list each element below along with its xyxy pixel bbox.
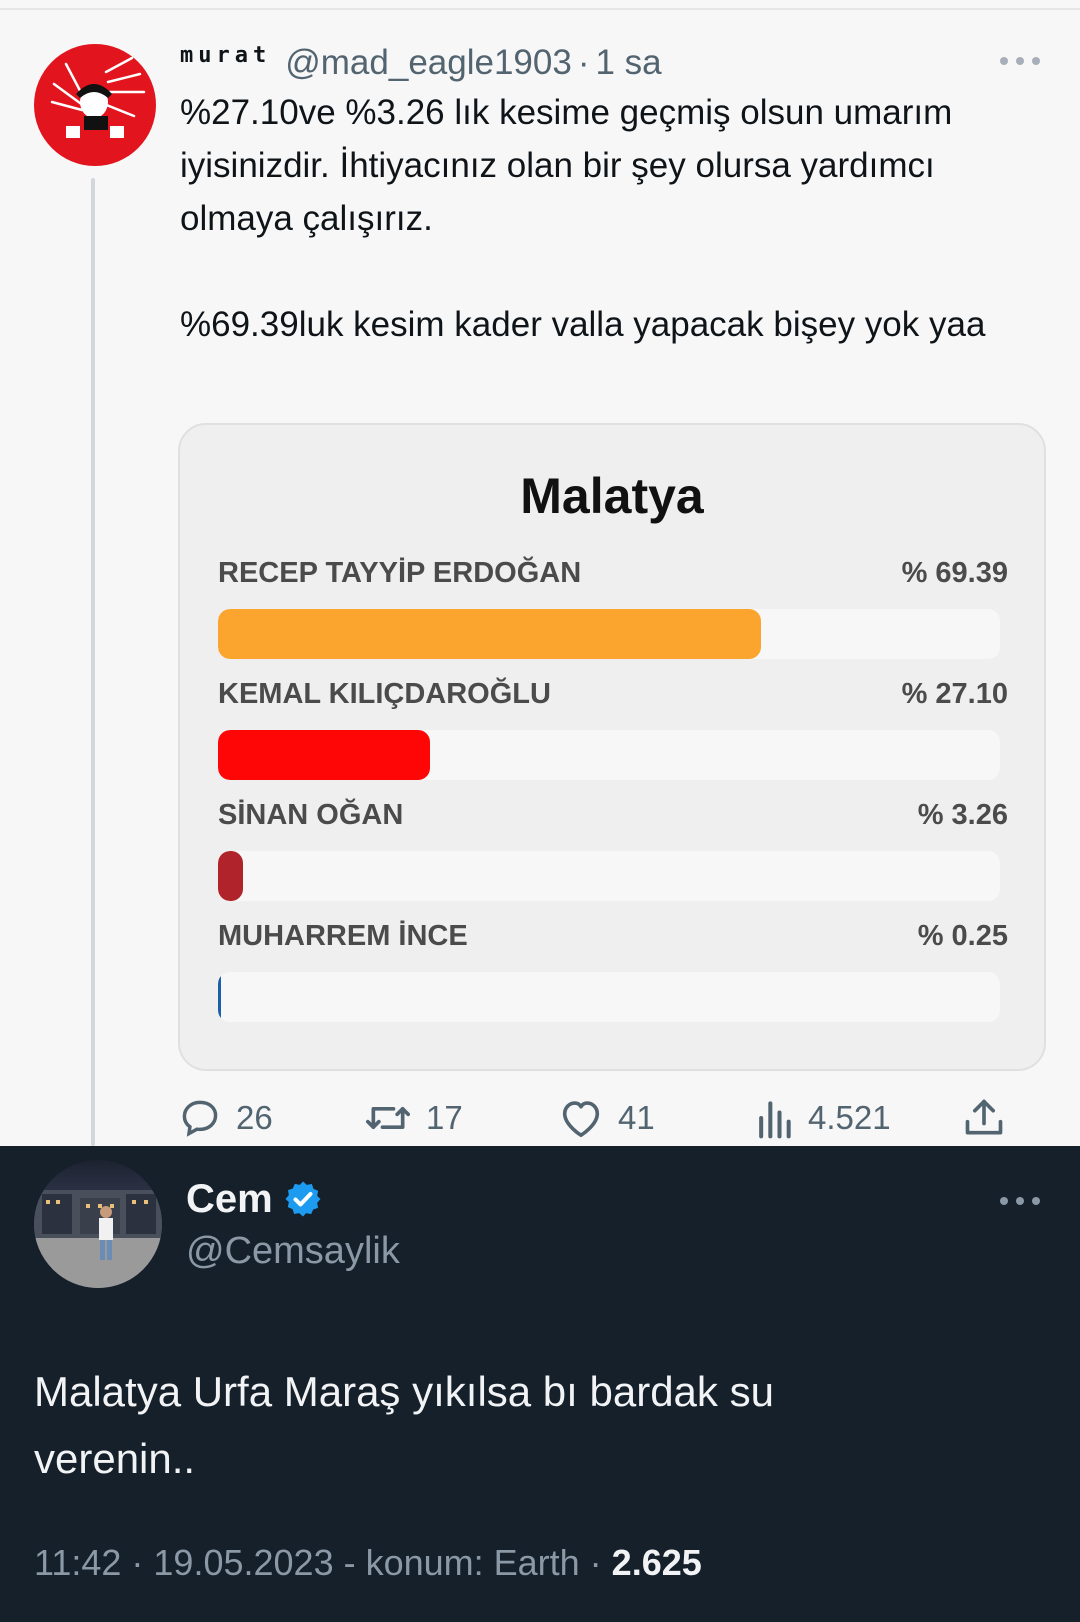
more-options-icon[interactable] bbox=[996, 1186, 1044, 1216]
candidate-percent: % 27.10 bbox=[901, 678, 1008, 710]
avatar-photo bbox=[34, 1190, 162, 1288]
candidate-name: RECEP TAYYİP ERDOĞAN bbox=[218, 557, 582, 589]
analytics-icon bbox=[759, 1101, 791, 1139]
more-options-icon[interactable] bbox=[996, 46, 1044, 76]
retweet-count: 17 bbox=[426, 1099, 463, 1136]
candidate-name: KEMAL KILIÇDAROĞLU bbox=[218, 678, 551, 710]
tweet-time[interactable]: 1 sa bbox=[595, 43, 661, 83]
views-count[interactable]: 2.625 bbox=[612, 1542, 702, 1583]
tweet-text: Malatya Urfa Maraş yıkılsa bı bardak su … bbox=[34, 1368, 774, 1482]
separator: · bbox=[577, 43, 590, 82]
avatar-illustration bbox=[50, 56, 146, 138]
tweet-actions: 26 17 41 4.521 bbox=[178, 1092, 1050, 1144]
avatar[interactable] bbox=[34, 1160, 162, 1288]
like-button[interactable]: 41 bbox=[558, 1092, 655, 1144]
display-name[interactable]: Cem bbox=[186, 1177, 273, 1222]
thread-line bbox=[91, 178, 95, 1146]
quoted-tweet: murat @mad_eagle1903 · 1 sa %27.10ve %3.… bbox=[0, 0, 1080, 1146]
candidate-percent: % 3.26 bbox=[917, 799, 1008, 831]
candidate-row: RECEP TAYYİP ERDOĞAN % 69.39 bbox=[218, 557, 1008, 661]
candidate-percent: % 0.25 bbox=[917, 920, 1008, 952]
bar-fill bbox=[218, 609, 761, 659]
views-button[interactable]: 4.521 bbox=[754, 1092, 891, 1144]
main-tweet: Cem @Cemsaylik Malatya Urfa Maraş yıkıls… bbox=[0, 1146, 1080, 1622]
candidate-name: MUHARREM İNCE bbox=[218, 920, 468, 952]
reply-count: 26 bbox=[236, 1099, 273, 1136]
election-results-card[interactable]: Malatya RECEP TAYYİP ERDOĞAN % 69.39 KEMAL… bbox=[178, 423, 1046, 1071]
bar-fill bbox=[218, 851, 243, 901]
user-handle[interactable]: @Cemsaylik bbox=[186, 1230, 400, 1273]
like-count: 41 bbox=[618, 1099, 655, 1136]
candidate-row: KEMAL KILIÇDAROĞLU % 27.10 bbox=[218, 678, 1008, 782]
bar-track bbox=[218, 609, 1000, 659]
share-icon bbox=[965, 1099, 1003, 1135]
bar-track bbox=[218, 972, 1000, 1022]
heart-icon bbox=[562, 1101, 600, 1138]
card-title: Malatya bbox=[520, 468, 704, 524]
tweet-header: murat @mad_eagle1903 · 1 sa bbox=[180, 38, 662, 88]
bar-fill bbox=[218, 730, 430, 780]
views-count: 4.521 bbox=[808, 1099, 891, 1136]
candidate-percent: % 69.39 bbox=[901, 557, 1008, 589]
candidate-row: MUHARREM İNCE % 0.25 bbox=[218, 920, 1008, 1024]
candidate-row: SİNAN OĞAN % 3.26 bbox=[218, 799, 1008, 903]
reply-button[interactable]: 26 bbox=[178, 1092, 273, 1144]
share-button[interactable] bbox=[962, 1092, 1006, 1144]
bar-track bbox=[218, 851, 1000, 901]
divider bbox=[0, 8, 1080, 10]
reply-icon bbox=[182, 1100, 218, 1137]
display-name[interactable]: murat bbox=[180, 43, 271, 68]
candidate-name: SİNAN OĞAN bbox=[218, 799, 404, 831]
user-handle[interactable]: @mad_eagle1903 bbox=[285, 43, 572, 83]
bar-track bbox=[218, 730, 1000, 780]
tweet-text: %27.10ve %3.26 lık kesime geçmiş olsun u… bbox=[180, 93, 986, 344]
verified-badge-icon[interactable] bbox=[283, 1179, 323, 1219]
retweet-button[interactable]: 17 bbox=[364, 1092, 463, 1144]
retweet-icon bbox=[366, 1107, 410, 1129]
name-row: Cem bbox=[186, 1174, 323, 1224]
avatar[interactable] bbox=[34, 44, 156, 166]
bar-fill bbox=[218, 972, 221, 1022]
tweet-meta: 11:42 · 19.05.2023 - konum: Earth · 2.62… bbox=[34, 1542, 702, 1584]
timestamp-location: 11:42 · 19.05.2023 - konum: Earth · bbox=[34, 1542, 612, 1583]
